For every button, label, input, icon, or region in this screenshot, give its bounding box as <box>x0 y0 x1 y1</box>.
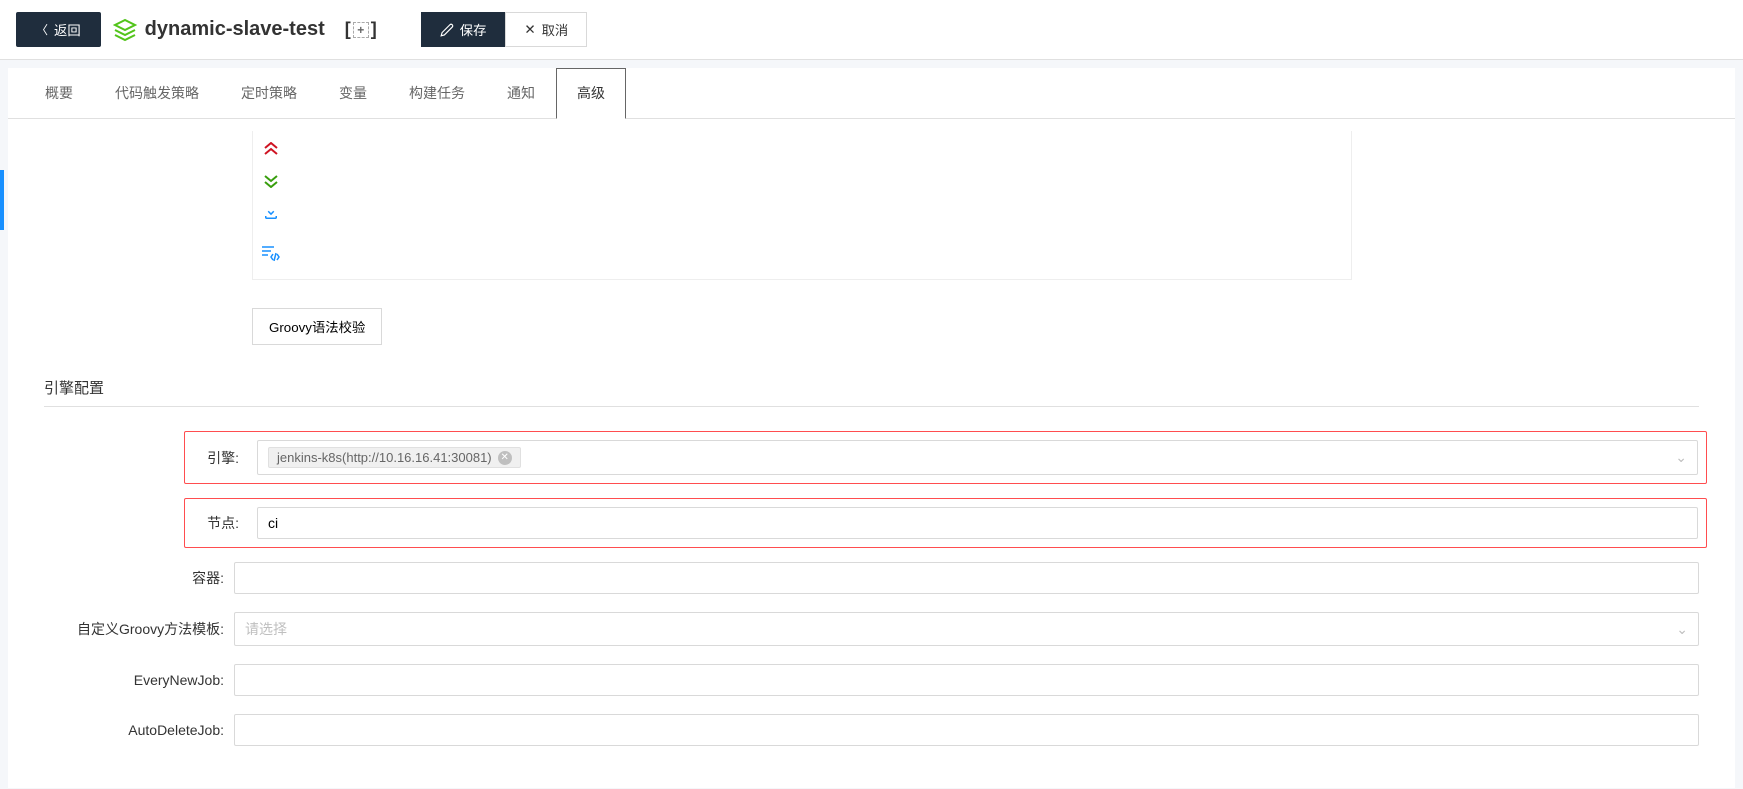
chevron-down-icon: ⌄ <box>1675 449 1687 466</box>
page-header: 〈 返回 dynamic-slave-test [ + ] 保存 ✕ 取消 <box>0 0 1743 60</box>
action-buttons: 保存 ✕ 取消 <box>421 12 587 47</box>
engine-section-title: 引擎配置 <box>44 377 1735 398</box>
tab-schedule[interactable]: 定时策略 <box>220 68 318 118</box>
every-new-job-row: EveryNewJob: <box>44 664 1699 696</box>
tab-trigger[interactable]: 代码触发策略 <box>94 68 220 118</box>
save-label: 保存 <box>460 20 487 39</box>
editor-toolbar <box>252 131 1352 280</box>
every-new-job-label: EveryNewJob: <box>44 672 234 688</box>
node-row: 节点: <box>184 498 1707 548</box>
container-input[interactable] <box>234 562 1699 594</box>
node-input[interactable] <box>257 507 1698 539</box>
groovy-template-placeholder: 请选择 <box>245 619 287 639</box>
auto-delete-job-label: AutoDeleteJob: <box>44 722 234 738</box>
groovy-template-row: 自定义Groovy方法模板: 请选择 ⌄ <box>44 612 1699 646</box>
chevron-down-icon: ⌄ <box>1676 621 1688 638</box>
content-panel: Groovy语法校验 引擎配置 引擎: jenkins-k8s(http://1… <box>8 119 1735 788</box>
cancel-label: 取消 <box>542 20 569 39</box>
download-icon[interactable] <box>261 203 281 223</box>
tab-variables[interactable]: 变量 <box>318 68 388 118</box>
save-button[interactable]: 保存 <box>421 12 506 47</box>
auto-delete-job-input[interactable] <box>234 714 1699 746</box>
plus-icon: + <box>353 22 369 38</box>
engine-select[interactable]: jenkins-k8s(http://10.16.16.41:30081) ✕ … <box>257 440 1698 475</box>
engine-tag-remove[interactable]: ✕ <box>498 451 512 465</box>
groovy-validate-button[interactable]: Groovy语法校验 <box>252 308 382 345</box>
pencil-icon <box>440 23 454 37</box>
tab-build[interactable]: 构建任务 <box>388 68 486 118</box>
collapse-up-icon[interactable] <box>261 139 281 159</box>
auto-delete-job-row: AutoDeleteJob: <box>44 714 1699 746</box>
close-icon: ✕ <box>524 22 535 38</box>
add-bracket-button[interactable]: [ + ] <box>337 17 385 42</box>
container-label: 容器: <box>44 568 234 588</box>
section-divider <box>44 406 1699 407</box>
cancel-button[interactable]: ✕ 取消 <box>505 12 587 47</box>
sidebar-indicator <box>0 170 4 230</box>
tab-notify[interactable]: 通知 <box>486 68 556 118</box>
expand-down-icon[interactable] <box>261 171 281 191</box>
back-button[interactable]: 〈 返回 <box>16 12 101 47</box>
chevron-left-icon: 〈 <box>36 21 48 38</box>
tabs: 概要 代码触发策略 定时策略 变量 构建任务 通知 高级 <box>8 68 1735 119</box>
code-format-icon[interactable] <box>261 243 281 263</box>
engine-row: 引擎: jenkins-k8s(http://10.16.16.41:30081… <box>184 431 1707 484</box>
back-label: 返回 <box>54 20 81 39</box>
engine-tag-text: jenkins-k8s(http://10.16.16.41:30081) <box>277 450 492 465</box>
engine-tag: jenkins-k8s(http://10.16.16.41:30081) ✕ <box>268 447 521 468</box>
engine-label: 引擎: <box>193 448 249 468</box>
every-new-job-input[interactable] <box>234 664 1699 696</box>
groovy-template-select[interactable]: 请选择 ⌄ <box>234 612 1699 646</box>
title-section: dynamic-slave-test <box>113 18 325 42</box>
container-row: 容器: <box>44 562 1699 594</box>
tab-advanced[interactable]: 高级 <box>556 68 626 119</box>
layers-icon <box>113 18 137 42</box>
tab-overview[interactable]: 概要 <box>24 68 94 118</box>
groovy-template-label: 自定义Groovy方法模板: <box>44 619 234 639</box>
node-label: 节点: <box>193 513 249 533</box>
page-title: dynamic-slave-test <box>145 18 325 41</box>
